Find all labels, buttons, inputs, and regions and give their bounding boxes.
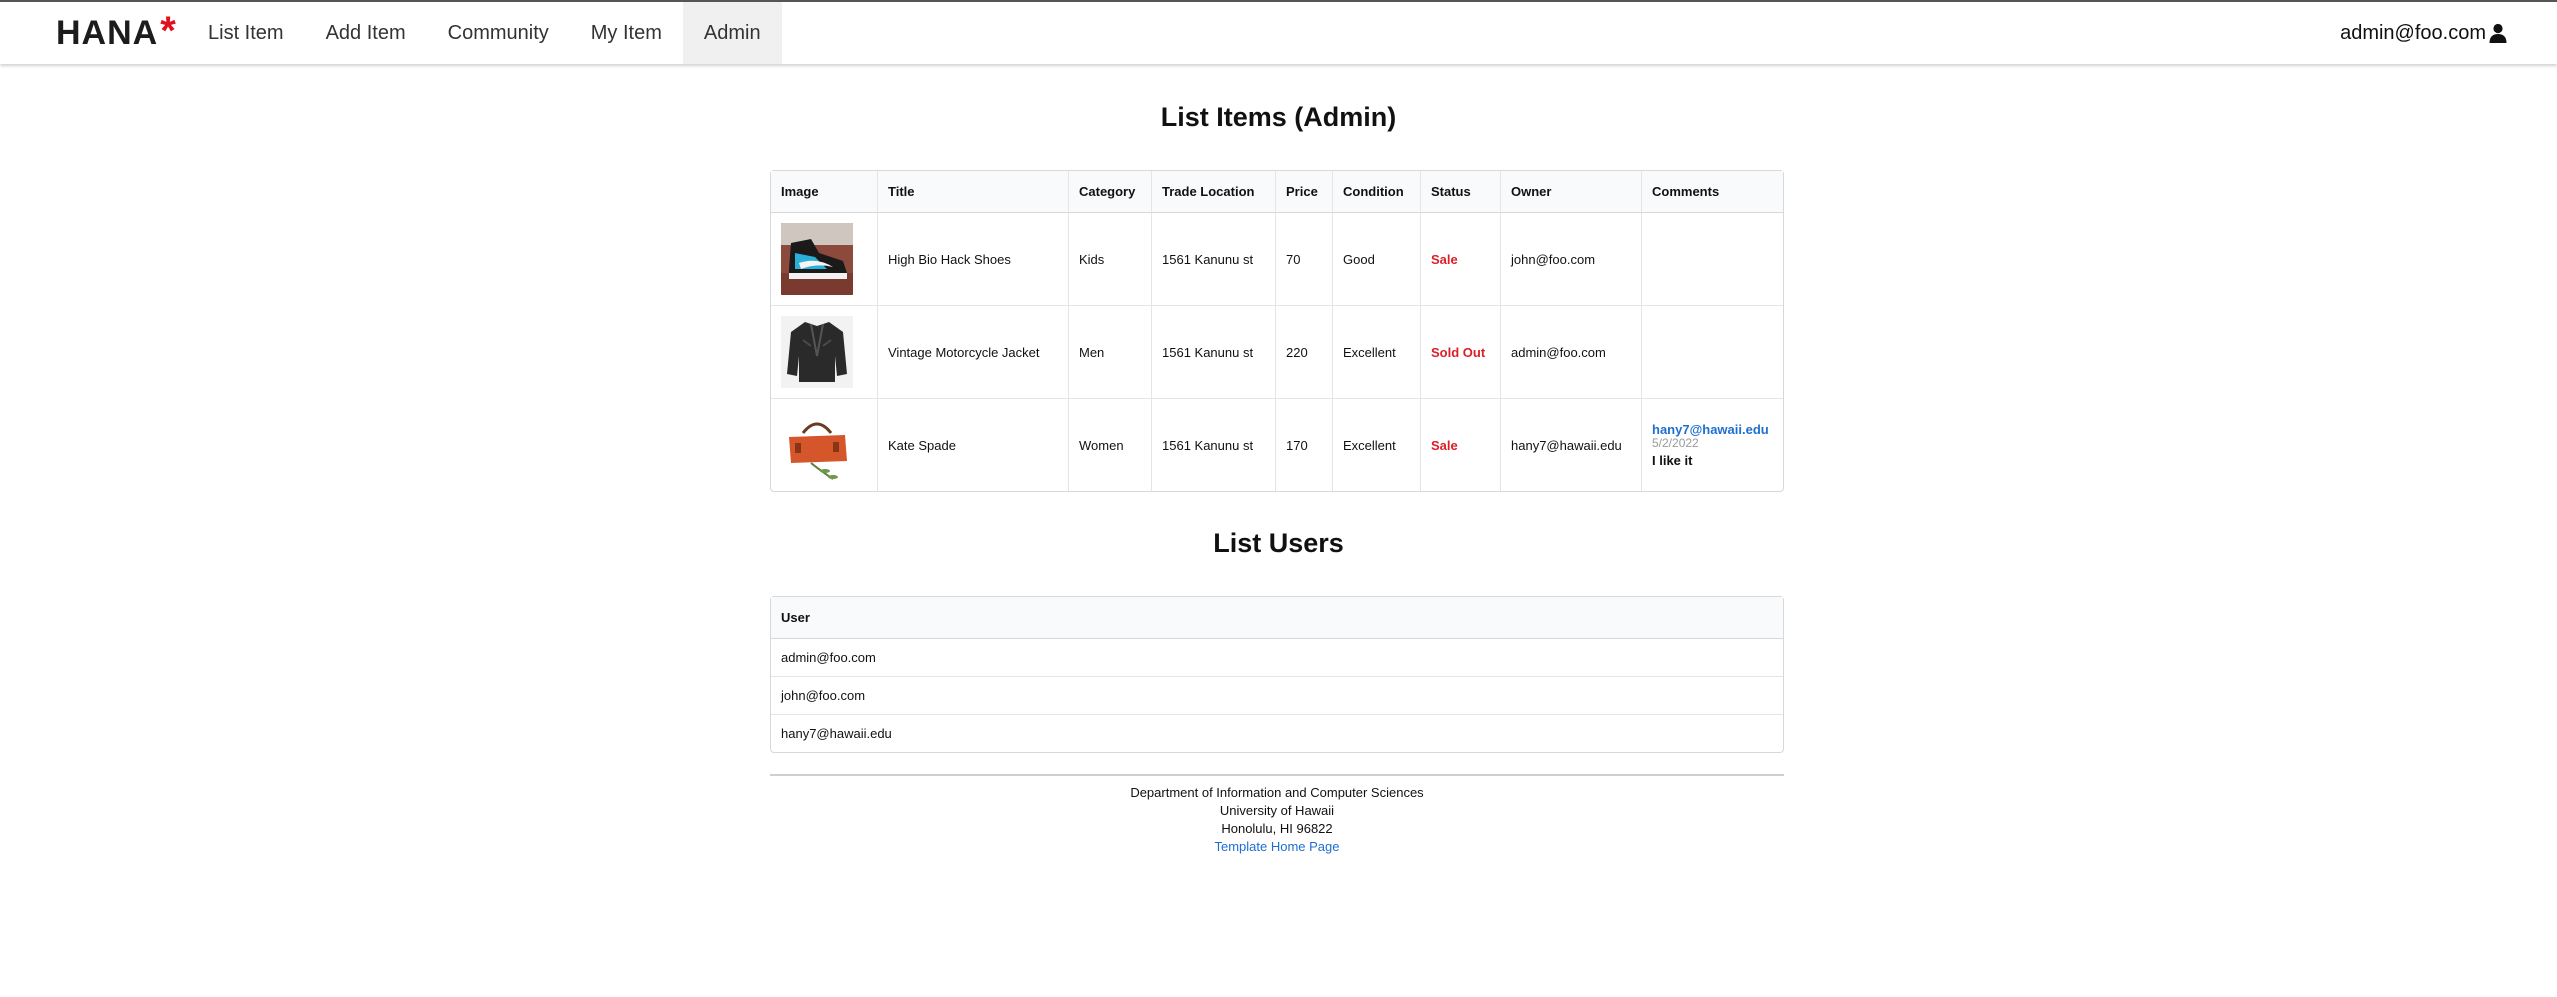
col-header-trade-location: Trade Location — [1151, 171, 1275, 213]
user-menu[interactable]: admin@foo.com — [2340, 2, 2507, 64]
status-badge: Sale — [1420, 399, 1500, 491]
item-owner: admin@foo.com — [1500, 306, 1641, 399]
nav-menu: List Item Add Item Community My Item Adm… — [187, 2, 782, 64]
user-cell: hany7@hawaii.edu — [781, 726, 892, 741]
footer-address: Honolulu, HI 96822 — [1221, 821, 1333, 836]
brand-mark: * — [160, 8, 177, 53]
nav-item-community[interactable]: Community — [427, 2, 570, 64]
items-page-title: List Items (Admin) — [1160, 102, 1397, 132]
item-location: 1561 Kanunu st — [1151, 306, 1275, 399]
user-icon — [2489, 23, 2507, 43]
user-cell: john@foo.com — [771, 677, 1783, 715]
user-cell: admin@foo.com — [771, 639, 1783, 677]
item-category: Men — [1068, 306, 1151, 399]
status-badge: Sale — [1420, 213, 1500, 306]
item-comments — [1641, 306, 1783, 399]
sneaker-image[interactable] — [781, 223, 853, 295]
brand-name: HANA — [56, 13, 159, 52]
users-section-title: List Users — [1213, 528, 1344, 558]
status-badge: Sold Out — [1420, 306, 1500, 399]
item-title: Kate Spade — [877, 399, 1068, 491]
table-row: Kate Spade Women 1561 Kanunu st 170 Exce… — [771, 399, 1783, 491]
nav-item-add-item[interactable]: Add Item — [305, 2, 427, 64]
comment-author-link[interactable]: hany7@hawaii.edu — [1652, 422, 1773, 437]
item-condition: Excellent — [1332, 399, 1420, 491]
nav-item-list-item[interactable]: List Item — [187, 2, 305, 64]
table-row: hany7@hawaii.edu — [771, 715, 1783, 752]
users-table: User admin@foo.com john@foo.com hany7@ha… — [770, 596, 1784, 753]
handbag-image[interactable] — [781, 409, 853, 481]
item-location: 1561 Kanunu st — [1151, 213, 1275, 306]
item-price: 170 — [1275, 399, 1332, 491]
item-owner: hany7@hawaii.edu — [1500, 399, 1641, 491]
top-navbar: HANA * List Item Add Item Community My It… — [0, 0, 2557, 64]
col-header-category: Category — [1068, 171, 1151, 213]
col-header-comments: Comments — [1641, 171, 1783, 213]
item-comments — [1641, 213, 1783, 306]
col-header-condition: Condition — [1332, 171, 1420, 213]
col-header-price: Price — [1275, 171, 1332, 213]
nav-item-admin[interactable]: Admin — [682, 2, 782, 64]
item-comments: hany7@hawaii.edu 5/2/2022 I like it — [1641, 399, 1783, 491]
table-row: john@foo.com — [771, 677, 1783, 715]
col-header-user: User — [771, 597, 1783, 639]
footer-university: University of Hawaii — [1219, 803, 1335, 818]
template-home-link[interactable]: Template Home Page — [770, 838, 1784, 856]
item-title: Vintage Motorcycle Jacket — [877, 306, 1068, 399]
item-price: 220 — [1275, 306, 1332, 399]
item-owner: john@foo.com — [1500, 213, 1641, 306]
user-email: admin@foo.com — [2340, 21, 2486, 44]
item-location: 1561 Kanunu st — [1151, 399, 1275, 491]
item-title: High Bio Hack Shoes — [877, 213, 1068, 306]
col-header-title: Title — [877, 171, 1068, 213]
comment-text: I like it — [1652, 453, 1693, 468]
jacket-image[interactable] — [781, 316, 853, 388]
item-category: Women — [1068, 399, 1151, 491]
table-row: High Bio Hack Shoes Kids 1561 Kanunu st … — [771, 213, 1783, 306]
col-header-image: Image — [771, 171, 877, 213]
brand-logo[interactable]: HANA * — [56, 2, 177, 64]
comment-date: 5/2/2022 — [1652, 436, 1699, 450]
col-header-status: Status — [1420, 171, 1500, 213]
items-header-row: Image Title Category Trade Location Pric… — [771, 171, 1783, 213]
item-condition: Excellent — [1332, 306, 1420, 399]
table-row: admin@foo.com — [771, 639, 1783, 677]
col-header-owner: Owner — [1500, 171, 1641, 213]
table-row: Vintage Motorcycle Jacket Men 1561 Kanun… — [771, 306, 1783, 399]
nav-item-my-item[interactable]: My Item — [570, 2, 683, 64]
item-category: Kids — [1068, 213, 1151, 306]
items-table: Image Title Category Trade Location Pric… — [770, 170, 1784, 492]
footer-department: Department of Information and Computer S… — [1130, 785, 1424, 800]
item-condition: Good — [1332, 213, 1420, 306]
item-price: 70 — [1275, 213, 1332, 306]
page-footer: Department of Information and Computer S… — [770, 774, 1784, 856]
users-header-row: User — [771, 597, 1783, 639]
